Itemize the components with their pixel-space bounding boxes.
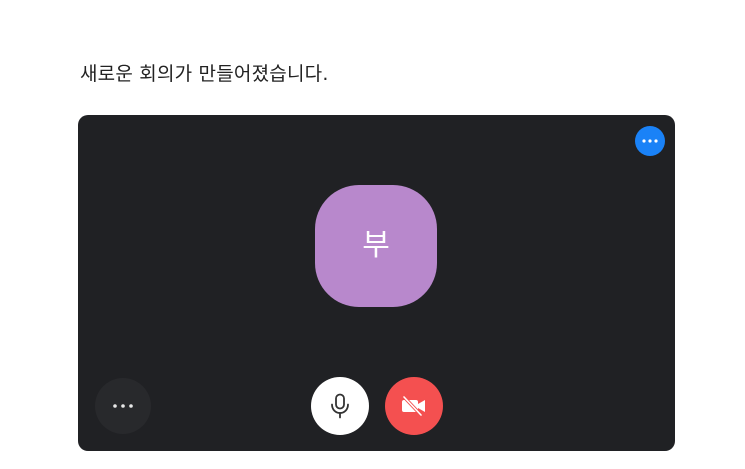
preview-options-button[interactable] <box>635 126 665 156</box>
video-preview: 부 <box>78 115 675 451</box>
microphone-toggle-button[interactable] <box>311 377 369 435</box>
more-horizontal-icon <box>113 404 133 408</box>
video-off-icon <box>400 395 428 417</box>
meeting-page: 새로운 회의가 만들어졌습니다. 부 <box>0 0 745 469</box>
microphone-icon <box>329 393 351 419</box>
camera-toggle-button[interactable] <box>385 377 443 435</box>
avatar-initial: 부 <box>362 228 390 263</box>
more-horizontal-icon <box>642 139 658 143</box>
more-options-button[interactable] <box>95 378 151 434</box>
avatar: 부 <box>315 185 437 307</box>
page-title: 새로운 회의가 만들어졌습니다. <box>80 63 329 85</box>
